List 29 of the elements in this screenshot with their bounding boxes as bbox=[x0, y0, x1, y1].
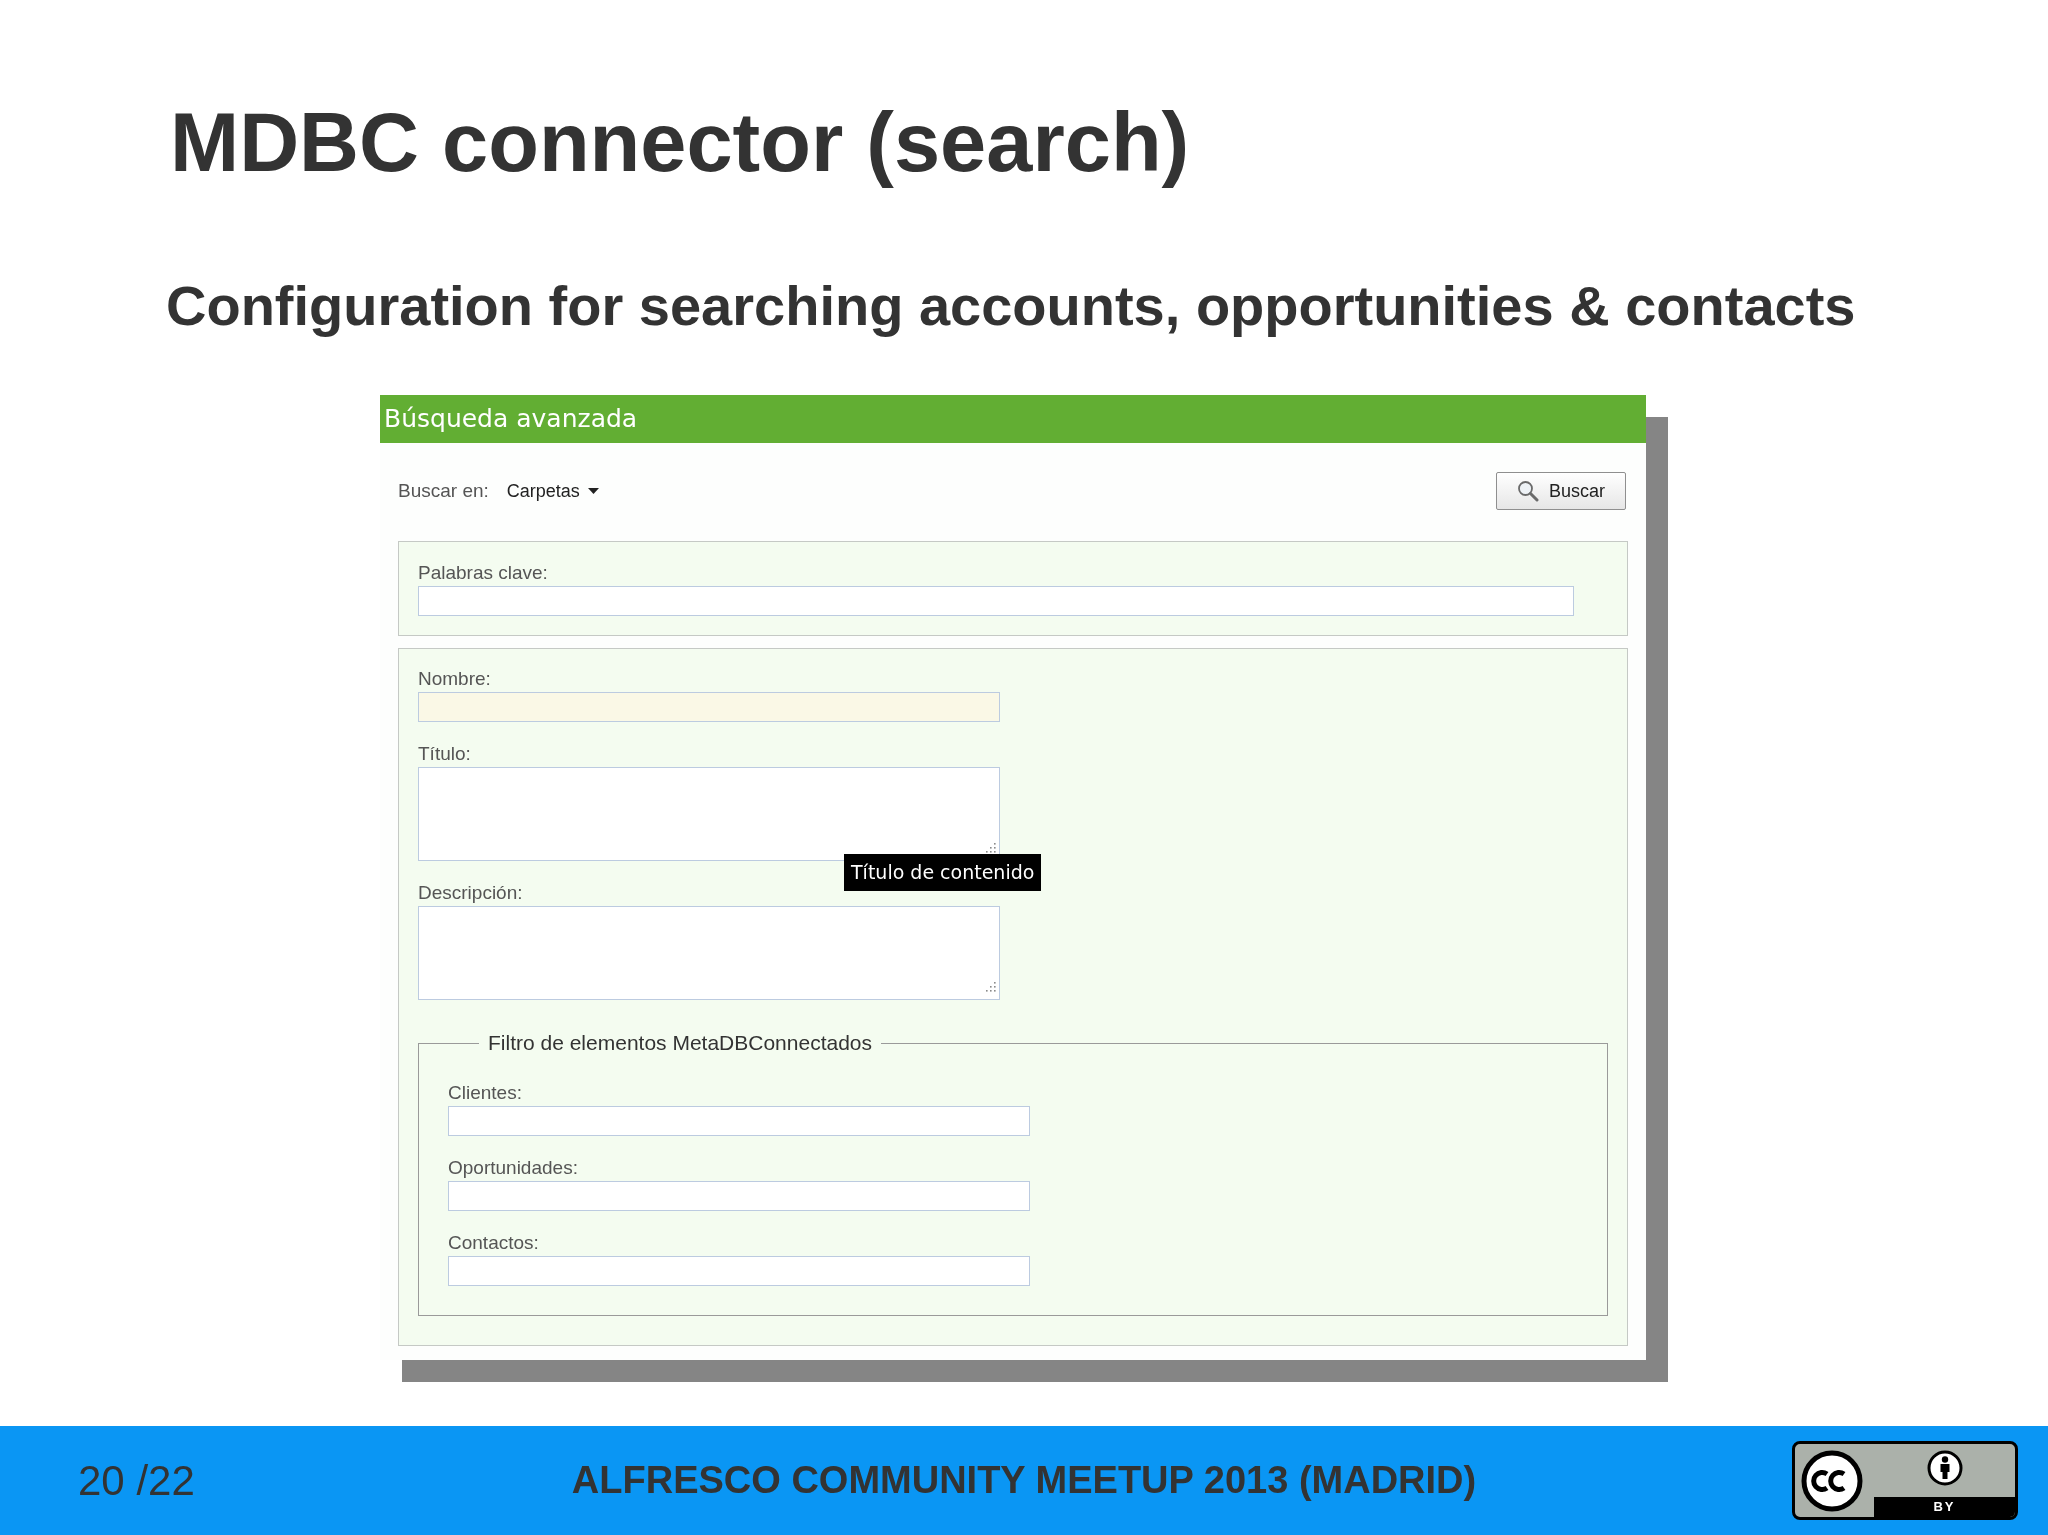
scope-label: Buscar en: bbox=[398, 478, 489, 503]
field-label: Nombre: bbox=[418, 668, 491, 690]
text-input[interactable] bbox=[448, 1106, 1030, 1136]
attribution-icon bbox=[1926, 1450, 1963, 1486]
page-number: 20 /22 bbox=[77, 1456, 195, 1506]
filter-legend: Filtro de elementos MetaDBConnectados bbox=[479, 1031, 882, 1055]
search-icon bbox=[1517, 480, 1539, 502]
caret-icon bbox=[587, 488, 599, 494]
tooltip: Título de contenido bbox=[844, 854, 1042, 891]
resize-grip-icon[interactable] bbox=[985, 842, 996, 853]
text-input[interactable] bbox=[448, 1256, 1030, 1286]
cc-logo-icon bbox=[1800, 1448, 1864, 1513]
field-label: Título: bbox=[418, 743, 471, 765]
text-area[interactable] bbox=[418, 767, 1000, 861]
event-title: ALFRESCO COMMUNITY MEETUP 2013 (MADRID) bbox=[571, 1458, 1477, 1503]
text-input[interactable] bbox=[418, 692, 1000, 722]
field-label: Oportunidades: bbox=[448, 1157, 578, 1179]
field-label: Palabras clave: bbox=[418, 562, 548, 584]
panel-title: Búsqueda avanzada bbox=[384, 403, 638, 436]
scope-dropdown[interactable]: Carpetas bbox=[506, 477, 599, 505]
license-label: BY bbox=[1874, 1497, 2015, 1517]
field-label: Clientes: bbox=[448, 1082, 522, 1104]
text-area[interactable] bbox=[418, 906, 1000, 1000]
resize-grip-icon[interactable] bbox=[985, 981, 996, 992]
field-label: Contactos: bbox=[448, 1232, 539, 1254]
text-input[interactable] bbox=[418, 586, 1574, 616]
field-label: Descripción: bbox=[418, 882, 523, 904]
text-input[interactable] bbox=[448, 1181, 1030, 1211]
search-button[interactable]: Buscar bbox=[1496, 472, 1626, 510]
